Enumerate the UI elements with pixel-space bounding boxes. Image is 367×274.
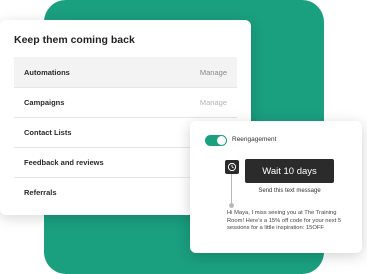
message-preview: Hi Maya, I miss seeing you at The Traini… [227,210,342,231]
timeline-dot [229,203,234,208]
list-item-label: Automations [24,67,70,77]
manage-link[interactable]: Manage [200,98,227,107]
manage-link[interactable]: Manage [200,68,227,77]
timeline-line [231,169,232,205]
list-item-automations[interactable]: Automations Manage [14,57,237,87]
reengagement-toggle[interactable] [205,135,227,146]
list-item-label: Referrals [24,188,57,197]
toggle-knob [217,136,226,145]
list-item-campaigns[interactable]: Campaigns Manage [14,87,237,117]
automation-detail-card: Reengagement Wait 10 days Send this text… [190,121,362,253]
send-step-label: Send this text message [258,188,321,194]
clock-icon [225,160,239,174]
list-item-label: Campaigns [24,98,65,107]
list-item-label: Feedback and reviews [24,158,104,167]
wait-step-button[interactable]: Wait 10 days [245,159,334,183]
card-title: Keep them coming back [14,34,135,46]
list-item-label: Contact Lists [24,128,72,137]
toggle-label: Reengagement [232,136,277,143]
